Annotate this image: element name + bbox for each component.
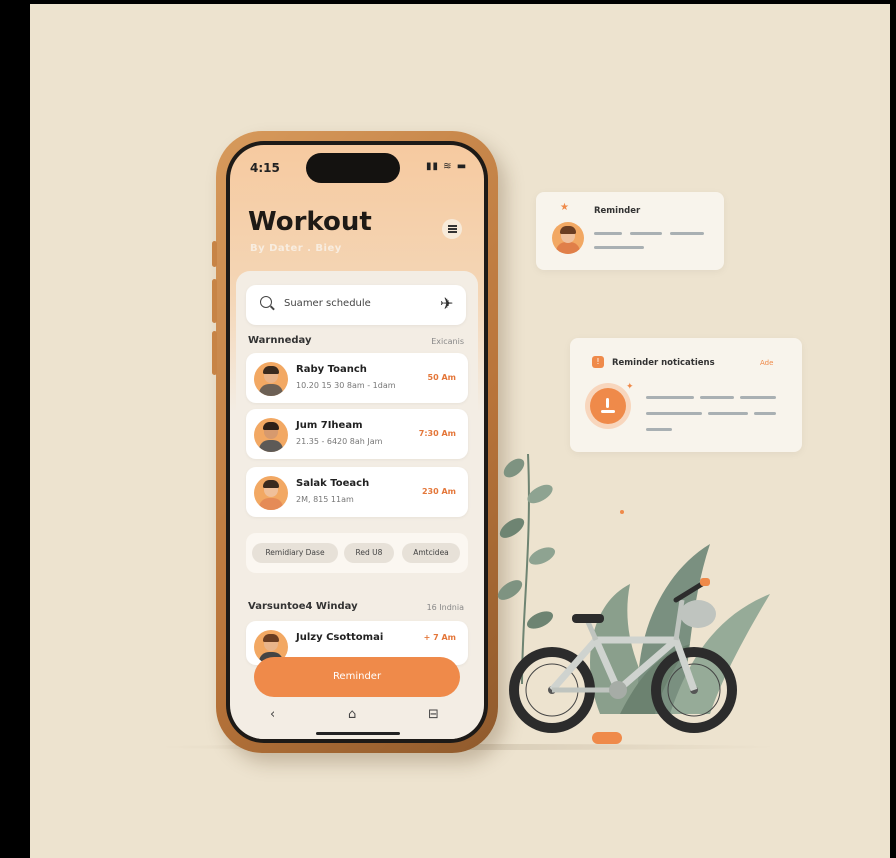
reminder-button[interactable]: Reminder xyxy=(254,657,460,697)
page-subtitle: By Dater . Biey xyxy=(250,243,342,254)
card-name: Julzy Csottomai xyxy=(296,632,384,643)
hamburger-icon xyxy=(447,228,457,230)
section-title: Varsuntoe4 Winday xyxy=(248,601,358,612)
card-time: 7:30 Am xyxy=(418,429,456,438)
smartphone: 4:15 ▮▮ ≋ ▬ Workout By Dater . Biey Suam… xyxy=(212,131,498,753)
section-link[interactable]: Exicanis xyxy=(431,337,464,346)
avatar xyxy=(254,418,288,452)
dynamic-island xyxy=(306,153,400,183)
avatar xyxy=(552,222,584,254)
decorative-dot xyxy=(620,510,624,514)
status-time: 4:15 xyxy=(250,161,280,175)
section-link[interactable]: 16 Indnia xyxy=(427,603,464,612)
placeholder-line xyxy=(630,232,662,235)
bell-icon: ! xyxy=(592,356,604,368)
section-title: Warnneday xyxy=(248,335,312,346)
bottom-nav: ‹ ⌂ ⊟ xyxy=(270,707,450,727)
card-time: 50 Am xyxy=(427,373,456,382)
calendar-icon[interactable]: ⊟ xyxy=(428,707,439,722)
app-screen: 4:15 ▮▮ ≋ ▬ Workout By Dater . Biey Suam… xyxy=(230,145,484,739)
placeholder-line xyxy=(670,232,704,235)
reminder-card[interactable]: ★ Reminder xyxy=(536,192,724,270)
placeholder-line xyxy=(594,232,622,235)
star-icon: ★ xyxy=(560,202,569,213)
page-title: Workout xyxy=(248,207,372,237)
filter-chips: Remidiary Dase Red U8 Amtcidea xyxy=(246,533,468,573)
avatar xyxy=(254,476,288,510)
send-icon[interactable]: ✈ xyxy=(440,294,453,313)
reminder-card-title: Reminder xyxy=(594,206,641,216)
scene-background: 4:15 ▮▮ ≋ ▬ Workout By Dater . Biey Suam… xyxy=(30,4,890,858)
filter-chip[interactable]: Remidiary Dase xyxy=(252,543,338,563)
search-bar[interactable]: Suamer schedule ✈ xyxy=(246,285,466,325)
alert-icon xyxy=(590,388,626,424)
filter-chip[interactable]: Amtcidea xyxy=(402,543,460,563)
menu-button[interactable] xyxy=(442,219,462,239)
bicycle-illustration xyxy=(509,578,737,733)
notifications-card[interactable]: ! Reminder noticatiens Ade ✦ xyxy=(570,338,802,452)
notifications-link[interactable]: Ade xyxy=(760,359,773,367)
back-icon[interactable]: ‹ xyxy=(270,707,275,722)
search-input[interactable]: Suamer schedule xyxy=(284,298,371,309)
home-indicator xyxy=(316,732,400,735)
card-meta: 2M, 815 11am xyxy=(296,495,354,504)
phone-side-button xyxy=(212,279,217,323)
schedule-card[interactable]: Salak Toeach 2M, 815 11am 230 Am xyxy=(246,467,468,517)
card-name: Jum 7Iheam xyxy=(296,420,363,431)
phone-side-button xyxy=(212,331,217,375)
card-time: 230 Am xyxy=(421,487,456,496)
placeholder-line xyxy=(646,412,702,415)
notifications-title: Reminder noticatiens xyxy=(612,358,715,368)
card-meta: 21.35 - 6420 8ah Jam xyxy=(296,437,383,446)
placeholder-line xyxy=(594,246,644,249)
sparkle-icon: ✦ xyxy=(626,382,634,392)
home-icon[interactable]: ⌂ xyxy=(348,707,356,722)
filter-chip[interactable]: Red U8 xyxy=(344,543,394,563)
status-icons: ▮▮ ≋ ▬ xyxy=(426,161,468,172)
card-meta: 10.20 15 30 8am - 1dam xyxy=(296,381,396,390)
schedule-card[interactable]: Raby Toanch 10.20 15 30 8am - 1dam 50 Am xyxy=(246,353,468,403)
placeholder-line xyxy=(708,412,748,415)
search-icon xyxy=(260,296,272,308)
phone-side-button xyxy=(212,241,217,267)
placeholder-line xyxy=(646,428,672,431)
card-name: Salak Toeach xyxy=(296,478,370,489)
avatar xyxy=(254,362,288,396)
placeholder-line xyxy=(700,396,734,399)
placeholder-line xyxy=(646,396,694,399)
placeholder-line xyxy=(740,396,776,399)
phone-screen-bezel: 4:15 ▮▮ ≋ ▬ Workout By Dater . Biey Suam… xyxy=(226,141,488,743)
schedule-card[interactable]: Jum 7Iheam 21.35 - 6420 8ah Jam 7:30 Am xyxy=(246,409,468,459)
placeholder-line xyxy=(754,412,776,415)
card-time: + 7 Am xyxy=(423,633,456,642)
decorative-dumbbell xyxy=(592,732,622,744)
card-name: Raby Toanch xyxy=(296,364,367,375)
